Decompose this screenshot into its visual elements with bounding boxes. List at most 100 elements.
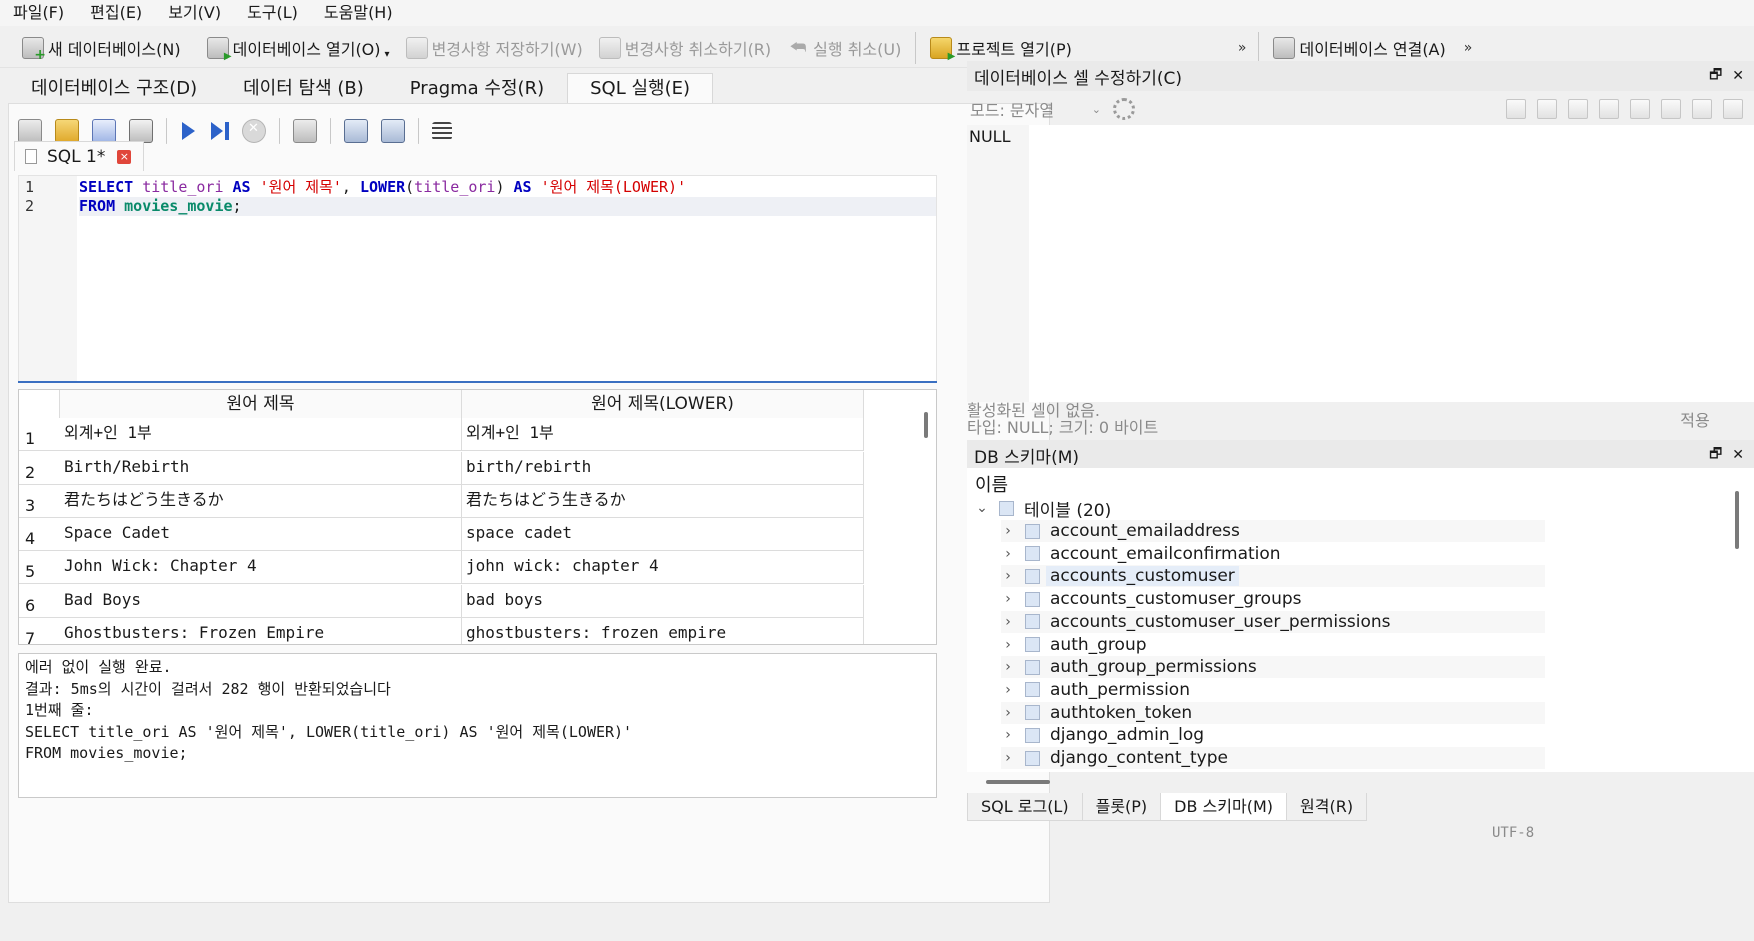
table-cell[interactable]: Birth/Rebirth [60, 452, 462, 484]
tree-table-item[interactable]: › account_emailaddress [1001, 520, 1545, 542]
table-row[interactable]: 3 君たちはどう生きるか 君たちはどう生きるか [19, 485, 864, 518]
mode-select[interactable]: 모드: 문자열 ⌄ [969, 97, 1107, 121]
tab-edit-pragmas[interactable]: Pragma 수정(R) [387, 73, 567, 103]
stop-execution-icon[interactable] [242, 119, 266, 143]
auto-format-icon[interactable] [1692, 99, 1712, 119]
save-results-icon[interactable] [293, 119, 317, 143]
word-wrap-icon[interactable] [1661, 99, 1681, 119]
table-row[interactable]: 6 Bad Boys bad boys [19, 585, 864, 618]
tree-table-item[interactable]: › accounts_customuser_user_permissions [1001, 610, 1545, 633]
cell-editor[interactable]: NULL [967, 125, 1754, 402]
tree-table-item[interactable]: › accounts_customuser_groups [1001, 588, 1545, 610]
write-changes-button[interactable]: 변경사항 저장하기(W) [398, 31, 591, 65]
chevron-right-icon[interactable]: › [1001, 591, 1015, 607]
tree-table-item[interactable]: › auth_group [1001, 634, 1545, 656]
float-panel-icon[interactable]: 🗗 [1709, 443, 1722, 467]
table-cell[interactable]: Space Cadet [60, 518, 462, 550]
tab-browse-data[interactable]: 데이터 탐색 (B) [220, 73, 387, 103]
chevron-right-icon[interactable]: › [1001, 546, 1015, 562]
menu-edit[interactable]: 편집(E) [77, 0, 155, 26]
float-panel-icon[interactable]: 🗗 [1709, 64, 1722, 88]
tab-execute-sql[interactable]: SQL 실행(E) [567, 73, 713, 103]
tree-node-tables[interactable]: ⌄ 테이블 (20) [975, 497, 1111, 521]
chevron-right-icon[interactable]: › [1001, 727, 1015, 743]
apply-button[interactable]: 적용 [1645, 404, 1745, 434]
chevron-right-icon[interactable]: › [1001, 523, 1015, 539]
table-cell[interactable]: john wick: chapter 4 [462, 551, 864, 583]
chevron-right-icon[interactable]: › [1001, 705, 1015, 721]
table-cell[interactable]: 외계+인 1부 [60, 418, 462, 450]
comment-lines-icon[interactable] [432, 122, 452, 140]
indent-icon[interactable] [1537, 99, 1557, 119]
schema-horizontal-scrollbar[interactable] [986, 780, 1050, 784]
close-panel-icon[interactable]: ✕ [1732, 68, 1744, 84]
attach-database-button[interactable]: 데이터베이스 연결(A) [1265, 31, 1453, 65]
table-cell[interactable]: John Wick: Chapter 4 [60, 551, 462, 583]
sql-editor[interactable]: 1 2 SELECT title_ori AS '원어 제목', LOWER(t… [18, 175, 937, 382]
tree-table-item[interactable]: › django_admin_log [1001, 724, 1545, 746]
open-database-button[interactable]: 데이터베이스 열기(O) ▾ [199, 31, 398, 65]
row-number[interactable]: 7 [19, 618, 60, 644]
open-sql-file-icon[interactable] [55, 119, 79, 143]
row-number[interactable]: 4 [19, 518, 60, 550]
tree-table-item[interactable]: › auth_permission [1001, 679, 1545, 701]
close-panel-icon[interactable]: ✕ [1732, 447, 1744, 463]
chevron-right-icon[interactable]: › [1001, 637, 1015, 653]
table-cell[interactable]: 君たちはどう生きるか [462, 485, 864, 517]
chevron-right-icon[interactable]: › [1001, 682, 1015, 698]
editor-results-splitter[interactable] [18, 381, 937, 383]
table-cell[interactable]: space cadet [462, 518, 864, 550]
row-number[interactable]: 5 [19, 551, 60, 583]
find-replace-icon[interactable] [381, 119, 405, 143]
new-database-button[interactable]: 새 데이터베이스(N) [14, 31, 189, 65]
tab-database-structure[interactable]: 데이터베이스 구조(D) [8, 73, 220, 103]
open-project-button[interactable]: 프로젝트 열기(P) [922, 31, 1080, 65]
close-tab-icon[interactable]: × [117, 149, 132, 164]
chevron-right-icon[interactable]: › [1001, 614, 1015, 630]
import-file-icon[interactable] [1506, 99, 1526, 119]
menu-help[interactable]: 도움말(H) [311, 0, 406, 26]
table-cell[interactable]: 외계+인 1부 [462, 418, 864, 450]
tab-db-schema[interactable]: DB 스키마(M) [1160, 793, 1288, 821]
menu-tools[interactable]: 도구(L) [234, 0, 311, 26]
execute-all-icon[interactable] [180, 122, 198, 140]
revert-changes-button[interactable]: 변경사항 취소하기(R) [591, 31, 779, 65]
tab-remote[interactable]: 원격(R) [1286, 793, 1368, 821]
execute-current-line-icon[interactable] [211, 122, 229, 140]
import-icon[interactable] [1568, 99, 1588, 119]
row-number[interactable]: 2 [19, 452, 60, 484]
toolbar-overflow-chevron-icon[interactable]: » [1232, 40, 1253, 56]
gear-icon[interactable] [1113, 98, 1135, 120]
table-cell[interactable]: birth/rebirth [462, 452, 864, 484]
row-number[interactable]: 3 [19, 485, 60, 517]
chevron-right-icon[interactable]: › [1001, 750, 1015, 766]
table-row[interactable]: 4 Space Cadet space cadet [19, 518, 864, 551]
column-header[interactable]: 원어 제목 [60, 390, 462, 418]
chevron-right-icon[interactable]: › [1001, 659, 1015, 675]
column-header[interactable]: 원어 제목(LOWER) [462, 390, 864, 418]
save-sql-file-icon[interactable] [92, 119, 116, 143]
schema-vertical-scrollbar[interactable] [1735, 491, 1739, 549]
export-icon[interactable] [1599, 99, 1619, 119]
table-cell[interactable]: 君たちはどう生きるか [60, 485, 462, 517]
table-row[interactable]: 1 외계+인 1부 외계+인 1부 [19, 418, 864, 451]
db-schema-tree[interactable]: 이름 ⌄ 테이블 (20) › account_emailaddress › acco… [967, 468, 1754, 772]
toolbar-overflow-chevron-icon-2[interactable]: » [1458, 40, 1479, 56]
set-null-icon[interactable] [1630, 99, 1650, 119]
tree-table-item[interactable]: › account_emailconfirmation [1001, 543, 1545, 565]
row-number[interactable]: 1 [19, 418, 60, 450]
find-icon[interactable] [344, 119, 368, 143]
tree-table-item[interactable]: › accounts_customuser [1001, 565, 1545, 588]
chevron-down-icon[interactable]: ⌄ [975, 500, 989, 516]
table-cell[interactable]: Ghostbusters: Frozen Empire [60, 618, 462, 644]
table-row[interactable]: 5 John Wick: Chapter 4 john wick: chapter … [19, 551, 864, 584]
table-cell[interactable]: bad boys [462, 585, 864, 617]
menu-file[interactable]: 파일(F) [0, 0, 77, 26]
menu-view[interactable]: 보기(V) [155, 0, 234, 26]
open-tab-icon[interactable] [18, 119, 42, 143]
table-row[interactable]: 7 Ghostbusters: Frozen Empire ghostbusters… [19, 618, 864, 644]
print-icon[interactable] [1723, 99, 1743, 119]
table-row[interactable]: 2 Birth/Rebirth birth/rebirth [19, 452, 864, 485]
chevron-right-icon[interactable]: › [1001, 568, 1015, 584]
tab-sql-log[interactable]: SQL 로그(L) [967, 793, 1083, 821]
